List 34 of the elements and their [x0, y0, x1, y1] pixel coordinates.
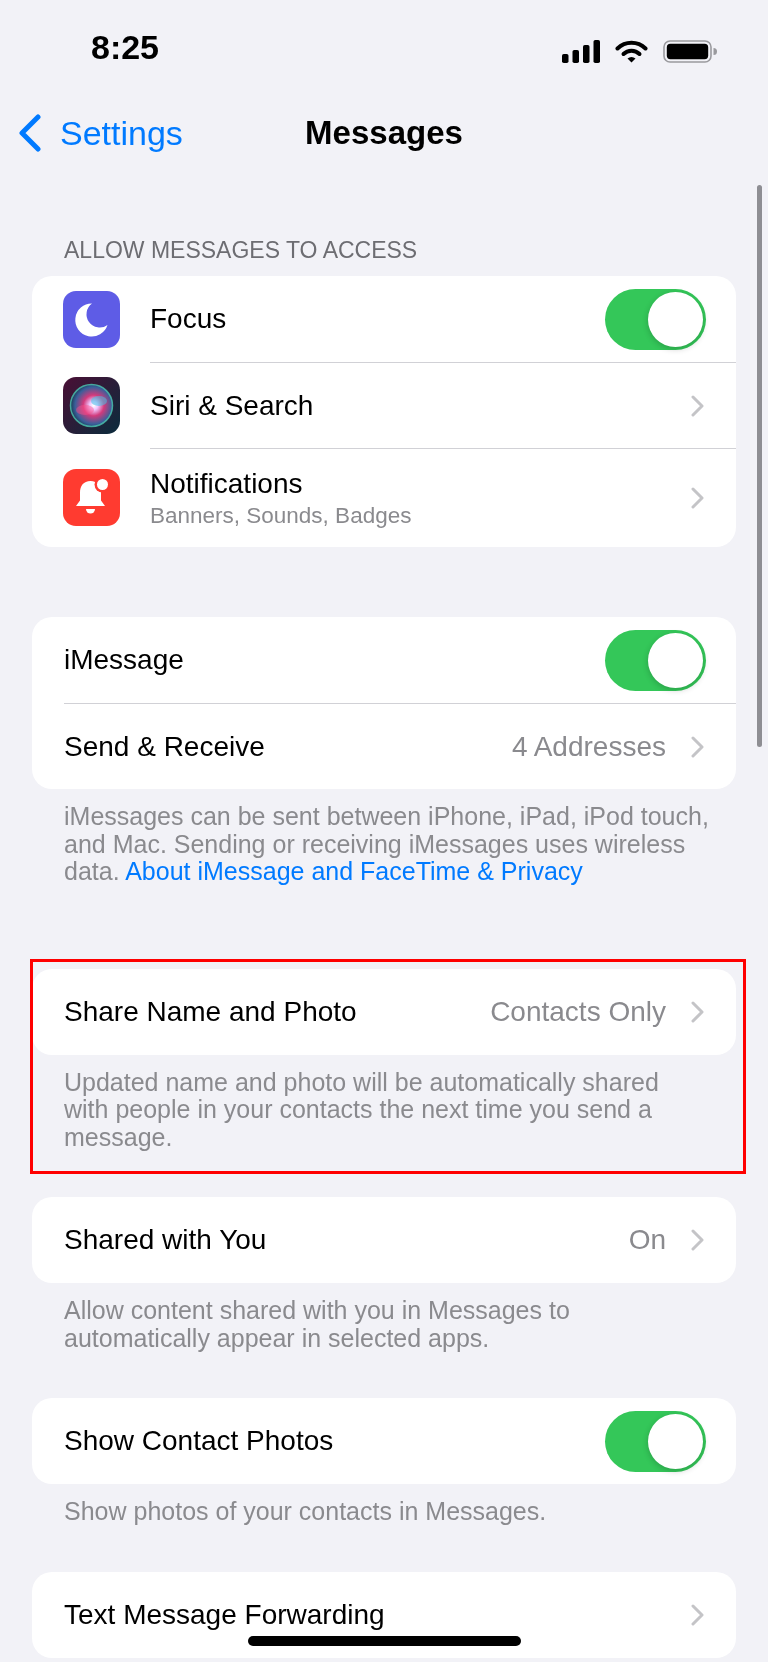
toggle-switch[interactable]: [605, 288, 706, 350]
chevron-right-icon: [691, 735, 704, 758]
list-item[interactable]: Text Message Forwarding: [32, 1571, 736, 1658]
chevron-right-icon: [691, 1603, 704, 1626]
section-footer: Updated name and photo will be automatically shared with people in your contacts the next time you send a message.: [32, 1068, 736, 1151]
bell-icon: [63, 469, 120, 526]
chevron-right-icon: [691, 394, 704, 417]
privacy-link[interactable]: About iMessage and FaceTime & Privacy: [125, 857, 583, 885]
signal-icon: [562, 39, 600, 63]
moon-icon: [63, 290, 120, 348]
section-footer: iMessages can be sent between iPhone, iPad, iPod touch, and Mac. Sending or receiving iMessages uses wireless data. About iMessage and FaceTime & Privacy: [32, 803, 736, 886]
list-item[interactable]: Share Name and Photo Contacts Only: [32, 968, 736, 1055]
battery-icon: [663, 39, 717, 63]
section-footer: Allow content shared with you in Messages to automatically appear in selected apps.: [32, 1297, 736, 1352]
row-label: iMessage: [64, 643, 184, 677]
list-item[interactable]: Shared with You On: [32, 1197, 736, 1283]
list-item[interactable]: Siri & Search: [32, 362, 736, 448]
row-label: Focus: [150, 302, 227, 336]
nav-title: Messages: [305, 112, 463, 153]
list-item[interactable]: Notifications Banners, Sounds, Badges: [32, 448, 736, 547]
section-header: ALLOW MESSAGES TO ACCESS: [63, 236, 419, 264]
row-label: Show Contact Photos: [64, 1424, 334, 1458]
back-button[interactable]: Settings: [0, 112, 183, 153]
section-footer: Show photos of your contacts in Messages.: [32, 1498, 736, 1526]
chevron-right-icon: [691, 487, 704, 509]
chevron-left-icon: [19, 113, 41, 152]
status-time: 8:25: [90, 27, 160, 67]
toggle-switch[interactable]: [605, 1410, 706, 1472]
toggle-switch[interactable]: [605, 629, 706, 691]
list-item[interactable]: Send & Receive 4 Addresses: [32, 703, 736, 789]
chevron-right-icon: [691, 1000, 704, 1023]
orb-icon: [63, 376, 120, 434]
wifi-icon: [615, 39, 648, 63]
chevron-right-icon: [691, 1229, 704, 1251]
